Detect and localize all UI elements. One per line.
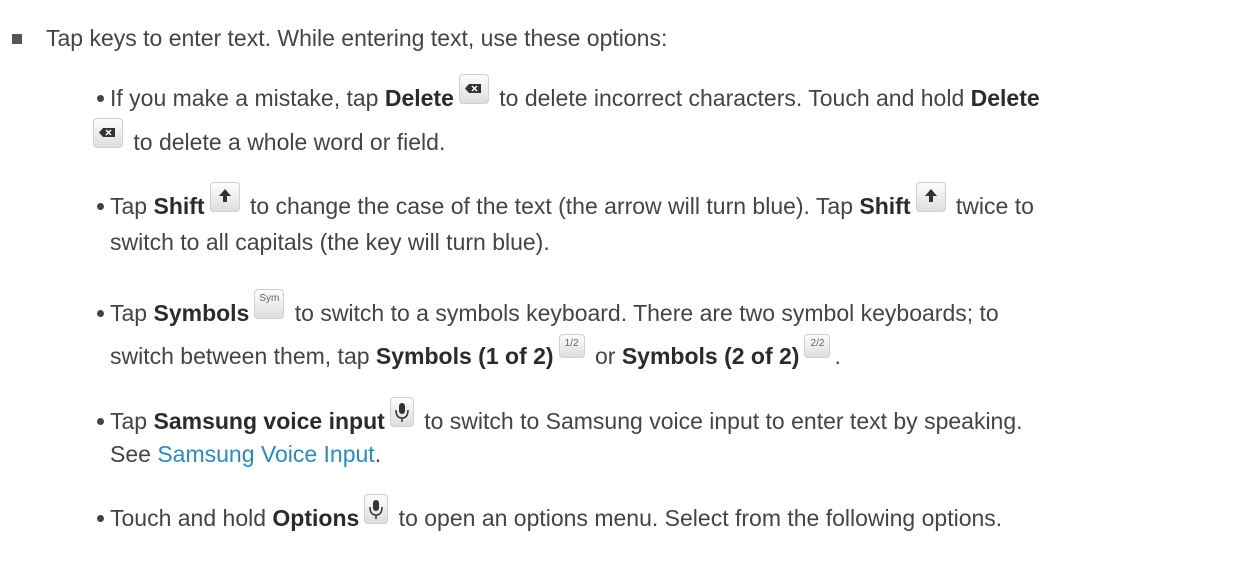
term-shift: Shift <box>153 193 205 219</box>
backspace-icon <box>458 74 489 104</box>
microphone-icon <box>364 494 389 524</box>
term-symbols: Symbols <box>153 300 250 326</box>
term-voice-input: Samsung voice input <box>153 408 385 434</box>
list-item-shift-cont: switch to all capitals (the key will tur… <box>110 229 550 255</box>
sym-key-icon: Sym <box>254 289 285 319</box>
list-item-options: Touch and hold Options to open an option… <box>110 494 1002 535</box>
square-bullet <box>12 34 22 44</box>
page-1of2-icon: 1/2 <box>558 334 585 358</box>
list-item-voice-cont: See Samsung Voice Input. <box>110 441 382 467</box>
term-shift: Shift <box>859 193 911 219</box>
list-item-voice: Tap Samsung voice input to switch to Sam… <box>110 397 1023 438</box>
list-item-shift: Tap Shift to change the case of the text… <box>110 182 1034 223</box>
shift-arrow-icon <box>209 182 240 212</box>
list-bullet <box>97 203 104 210</box>
samsung-voice-input-link[interactable]: Samsung Voice Input <box>157 441 374 467</box>
list-item-symbols: Tap Symbols Sym to switch to a symbols ke… <box>110 289 999 330</box>
list-bullet <box>97 310 104 317</box>
term-options: Options <box>272 505 360 531</box>
term-delete: Delete <box>384 85 454 111</box>
list-item-delete-cont: to delete a whole word or field. <box>93 118 445 159</box>
backspace-icon <box>93 118 123 148</box>
shift-arrow-icon <box>915 182 946 212</box>
list-item-symbols-cont: switch between them, tap Symbols (1 of 2… <box>110 334 841 373</box>
page-2of2-icon: 2/2 <box>804 334 831 358</box>
list-bullet <box>97 418 104 425</box>
term-symbols-2of2: Symbols (2 of 2) <box>621 343 800 369</box>
list-item-delete: If you make a mistake, tap Delete to del… <box>110 74 1040 115</box>
list-bullet <box>97 95 104 102</box>
list-bullet <box>97 515 104 522</box>
term-symbols-1of2: Symbols (1 of 2) <box>375 343 554 369</box>
intro-text: Tap keys to enter text. While entering t… <box>46 25 668 51</box>
term-delete: Delete <box>970 85 1040 111</box>
microphone-icon <box>389 397 414 427</box>
